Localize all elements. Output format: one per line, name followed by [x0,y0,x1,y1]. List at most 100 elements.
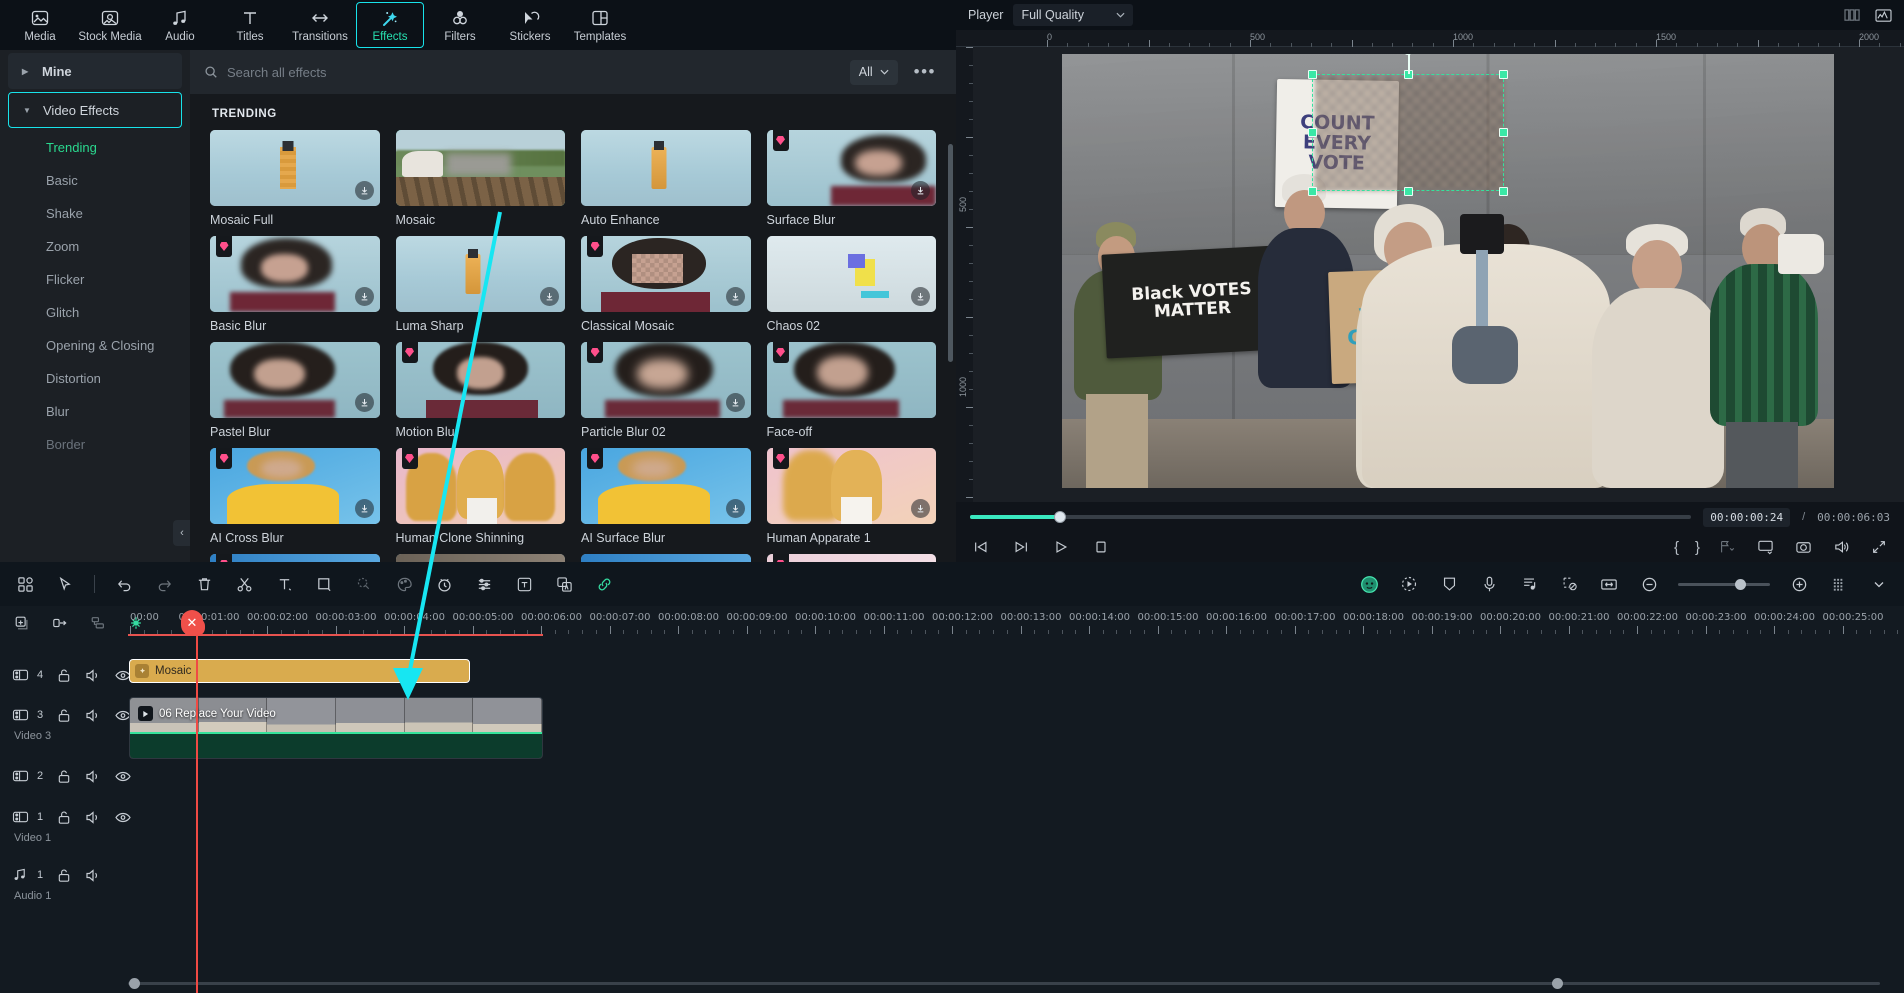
chevron-down-icon[interactable] [1868,573,1890,595]
search-input-wrapper[interactable] [204,64,840,80]
split-scissors-icon[interactable] [233,573,255,595]
lock-icon[interactable] [57,868,71,883]
download-icon[interactable] [354,499,374,518]
compare-grid-icon[interactable] [1844,8,1861,23]
visibility-eye-icon[interactable] [115,811,131,824]
timeline-clip-video[interactable]: 06 Replace Your Video [129,697,543,759]
sidebar-item-trending[interactable]: Trending [0,131,190,164]
tab-templates[interactable]: Templates [566,2,634,48]
download-icon[interactable] [911,499,930,518]
scrollbar-handle-left[interactable] [129,978,140,989]
redo-icon[interactable] [153,573,175,595]
effect-card[interactable]: AI Surface Blur [581,448,751,545]
scrollbar-handle-right[interactable] [1552,978,1563,989]
sidebar-item-border[interactable]: Border [0,428,190,461]
auto-caption-icon[interactable] [513,573,535,595]
link-chain-icon[interactable] [593,573,615,595]
preview-horizontal-ruler[interactable]: 0 500 1000 1500 2000 [956,30,1904,47]
timeline-clip-effect[interactable]: Mosaic [129,659,470,683]
effect-card[interactable]: Luma Sharp [395,236,565,333]
effect-card[interactable]: Pastel Blur [210,342,380,439]
mark-out-icon[interactable]: } [1695,539,1700,556]
next-frame-icon[interactable] [1010,536,1032,558]
effects-more-options-button[interactable]: ••• [908,63,942,80]
effect-card[interactable]: Human Apparate 1 [766,448,936,545]
effect-card[interactable]: Mosaic Full [210,130,380,227]
resize-handle-bl[interactable] [1308,187,1317,196]
download-icon[interactable] [725,287,745,306]
group-track-icon[interactable] [90,612,106,634]
tab-media[interactable]: Media [6,2,74,48]
crop-tool-icon[interactable] [313,573,335,595]
audio-list-icon[interactable] [1518,573,1540,595]
effect-card[interactable]: Auto Enhance [581,130,751,227]
add-marker-icon[interactable] [1716,536,1738,558]
stop-icon[interactable] [1090,536,1112,558]
preview-vertical-ruler[interactable]: 500 1000 [956,47,973,502]
resize-handle-r[interactable] [1499,128,1508,137]
tab-effects[interactable]: Effects [356,2,424,48]
speed-clock-icon[interactable] [433,573,455,595]
effect-card[interactable] [395,554,565,562]
timeline-horizontal-scrollbar[interactable] [128,978,1880,989]
effect-card[interactable]: Classical Mosaic [581,236,751,333]
download-icon[interactable] [725,499,745,518]
effect-card-selected[interactable]: Mosaic [395,130,565,227]
lock-icon[interactable] [57,708,71,723]
tab-audio[interactable]: Audio [146,2,214,48]
sidebar-group-mine[interactable]: ▶ Mine [8,53,182,89]
download-icon[interactable] [725,393,745,412]
zoom-in-icon[interactable] [1788,573,1810,595]
export-track-icon[interactable] [52,612,68,634]
sidebar-item-distortion[interactable]: Distortion [0,362,190,395]
sidebar-group-video-effects[interactable]: ▼ Video Effects [8,92,182,128]
lock-icon[interactable] [57,769,71,784]
lock-icon[interactable] [57,810,71,825]
timeline-zoom-slider[interactable] [1678,578,1770,590]
search-input[interactable] [227,64,840,80]
effect-card[interactable]: AI Cross Blur [210,448,380,545]
mic-record-icon[interactable] [1478,573,1500,595]
mark-in-icon[interactable]: { [1674,539,1679,556]
effect-card[interactable] [766,554,936,562]
seek-handle[interactable] [1054,511,1067,523]
volume-icon[interactable] [1830,536,1852,558]
quality-dropdown[interactable]: Full Quality [1013,4,1134,26]
mute-icon[interactable] [85,708,101,723]
sidebar-collapse-button[interactable]: ‹ [173,520,191,546]
timeline-ruler[interactable]: 00:00 00:00:01:00 00:00:02:00 00:00:03:00 00… [128,606,1904,640]
zoom-out-icon[interactable] [1638,573,1660,595]
effect-card[interactable]: Face-off [766,342,936,439]
download-icon[interactable] [540,287,559,306]
download-icon[interactable] [354,287,374,306]
sidebar-item-flicker[interactable]: Flicker [0,263,190,296]
effect-card[interactable]: Basic Blur [210,236,380,333]
color-palette-icon[interactable] [393,573,415,595]
lock-icon[interactable] [57,668,71,683]
zoom-slider-handle[interactable] [1735,578,1747,590]
download-icon[interactable] [354,181,374,200]
prev-frame-icon[interactable] [970,536,992,558]
mute-icon[interactable] [85,668,101,683]
ai-face-icon[interactable] [1358,573,1380,595]
text-tool-icon[interactable] [273,573,295,595]
fullscreen-icon[interactable] [1868,536,1890,558]
render-bar-icon[interactable] [1828,573,1850,595]
tab-transitions[interactable]: Transitions [286,2,354,48]
undo-icon[interactable] [113,573,135,595]
download-icon[interactable] [354,393,374,412]
resize-handle-tl[interactable] [1308,70,1317,79]
sidebar-item-blur[interactable]: Blur [0,395,190,428]
playback-seek-bar[interactable] [970,511,1692,523]
effects-filter-dropdown[interactable]: All [849,59,898,85]
sidebar-item-zoom[interactable]: Zoom [0,230,190,263]
effect-card[interactable]: Motion Blur [395,342,565,439]
tab-titles[interactable]: Titles [216,2,284,48]
cursor-select-icon[interactable] [54,573,76,595]
play-icon[interactable] [1050,536,1072,558]
download-icon[interactable] [911,287,930,306]
effect-card[interactable]: Particle Blur 02 [581,342,751,439]
add-track-icon[interactable] [14,612,30,634]
effect-card[interactable]: Surface Blur [766,130,936,227]
mute-icon[interactable] [85,868,101,883]
